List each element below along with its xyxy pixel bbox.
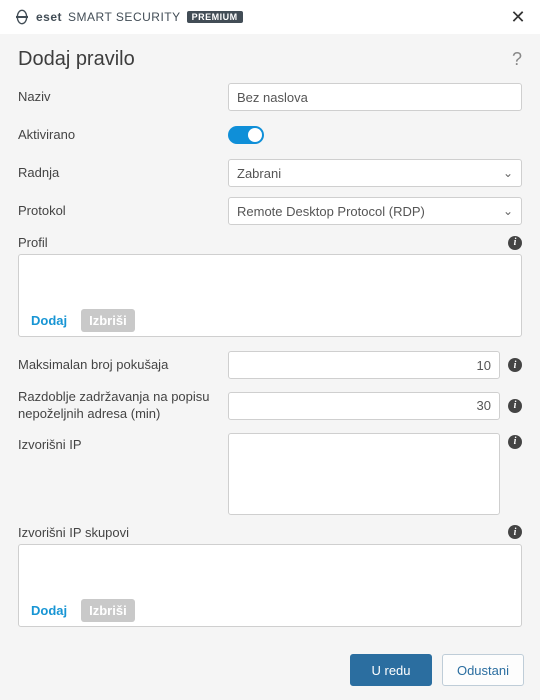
chevron-down-icon: ⌄ (503, 166, 513, 180)
source-ip-sets-listbox[interactable]: Dodaj Izbriši (18, 544, 522, 627)
name-input[interactable] (228, 83, 522, 111)
row-profile-label: Profil i (18, 235, 522, 250)
dialog-window: eset SMART SECURITY PREMIUM ✕ Dodaj prav… (0, 0, 540, 700)
ipsets-delete-button: Izbriši (81, 599, 135, 622)
profile-delete-button: Izbriši (81, 309, 135, 332)
label-action: Radnja (18, 165, 228, 182)
brand-logo-icon (14, 9, 30, 25)
ok-button[interactable]: U redu (350, 654, 432, 686)
row-source-ip: Izvorišni IP i (18, 433, 522, 515)
label-enabled: Aktivirano (18, 127, 228, 144)
row-protocol: Protokol Remote Desktop Protocol (RDP) ⌄ (18, 197, 522, 225)
dialog-content: Naziv Aktivirano Radnja Zabrani ⌄ Protok… (0, 79, 540, 642)
row-action: Radnja Zabrani ⌄ (18, 159, 522, 187)
row-retention: Razdoblje zadržavanja na popisu nepoželj… (18, 389, 522, 423)
titlebar: eset SMART SECURITY PREMIUM ✕ (0, 0, 540, 34)
label-protocol: Protokol (18, 203, 228, 220)
row-enabled: Aktivirano (18, 121, 522, 149)
enabled-toggle[interactable] (228, 126, 264, 144)
brand-name: SMART SECURITY (68, 10, 181, 24)
profile-listbox[interactable]: Dodaj Izbriši (18, 254, 522, 337)
profile-listbox-body (23, 259, 517, 307)
chevron-down-icon: ⌄ (503, 204, 513, 218)
row-max-attempts: Maksimalan broj pokušaja i (18, 351, 522, 379)
dialog-header: Dodaj pravilo ? (0, 34, 540, 79)
close-button[interactable]: ✕ (508, 8, 528, 26)
info-icon[interactable]: i (508, 525, 522, 539)
brand-eset: eset (36, 10, 62, 24)
profile-listbox-actions: Dodaj Izbriši (23, 307, 517, 332)
help-button[interactable]: ? (512, 49, 522, 70)
cancel-button[interactable]: Odustani (442, 654, 524, 686)
brand-badge: PREMIUM (187, 11, 243, 23)
info-icon[interactable]: i (508, 358, 522, 372)
dialog-title: Dodaj pravilo (18, 48, 135, 71)
source-ip-sets-listbox-body (23, 549, 517, 597)
dialog-footer: U redu Odustani (0, 642, 540, 700)
source-ip-textarea[interactable] (228, 433, 500, 515)
retention-input[interactable] (228, 392, 500, 420)
protocol-select-value: Remote Desktop Protocol (RDP) (237, 204, 425, 219)
brand: eset SMART SECURITY PREMIUM (14, 9, 243, 25)
action-select-value: Zabrani (237, 166, 281, 181)
info-icon[interactable]: i (508, 435, 522, 449)
label-source-ip: Izvorišni IP (18, 433, 228, 454)
label-max-attempts: Maksimalan broj pokušaja (18, 357, 228, 374)
row-name: Naziv (18, 83, 522, 111)
profile-add-button[interactable]: Dodaj (23, 309, 75, 332)
action-select[interactable]: Zabrani ⌄ (228, 159, 522, 187)
protocol-select[interactable]: Remote Desktop Protocol (RDP) ⌄ (228, 197, 522, 225)
label-name: Naziv (18, 89, 228, 106)
ipsets-add-button[interactable]: Dodaj (23, 599, 75, 622)
label-profile: Profil (18, 235, 48, 250)
info-icon[interactable]: i (508, 399, 522, 413)
row-source-ip-sets-label: Izvorišni IP skupovi i (18, 525, 522, 540)
label-retention: Razdoblje zadržavanja na popisu nepoželj… (18, 389, 228, 423)
label-source-ip-sets: Izvorišni IP skupovi (18, 525, 129, 540)
source-ip-sets-actions: Dodaj Izbriši (23, 597, 517, 622)
max-attempts-input[interactable] (228, 351, 500, 379)
info-icon[interactable]: i (508, 236, 522, 250)
